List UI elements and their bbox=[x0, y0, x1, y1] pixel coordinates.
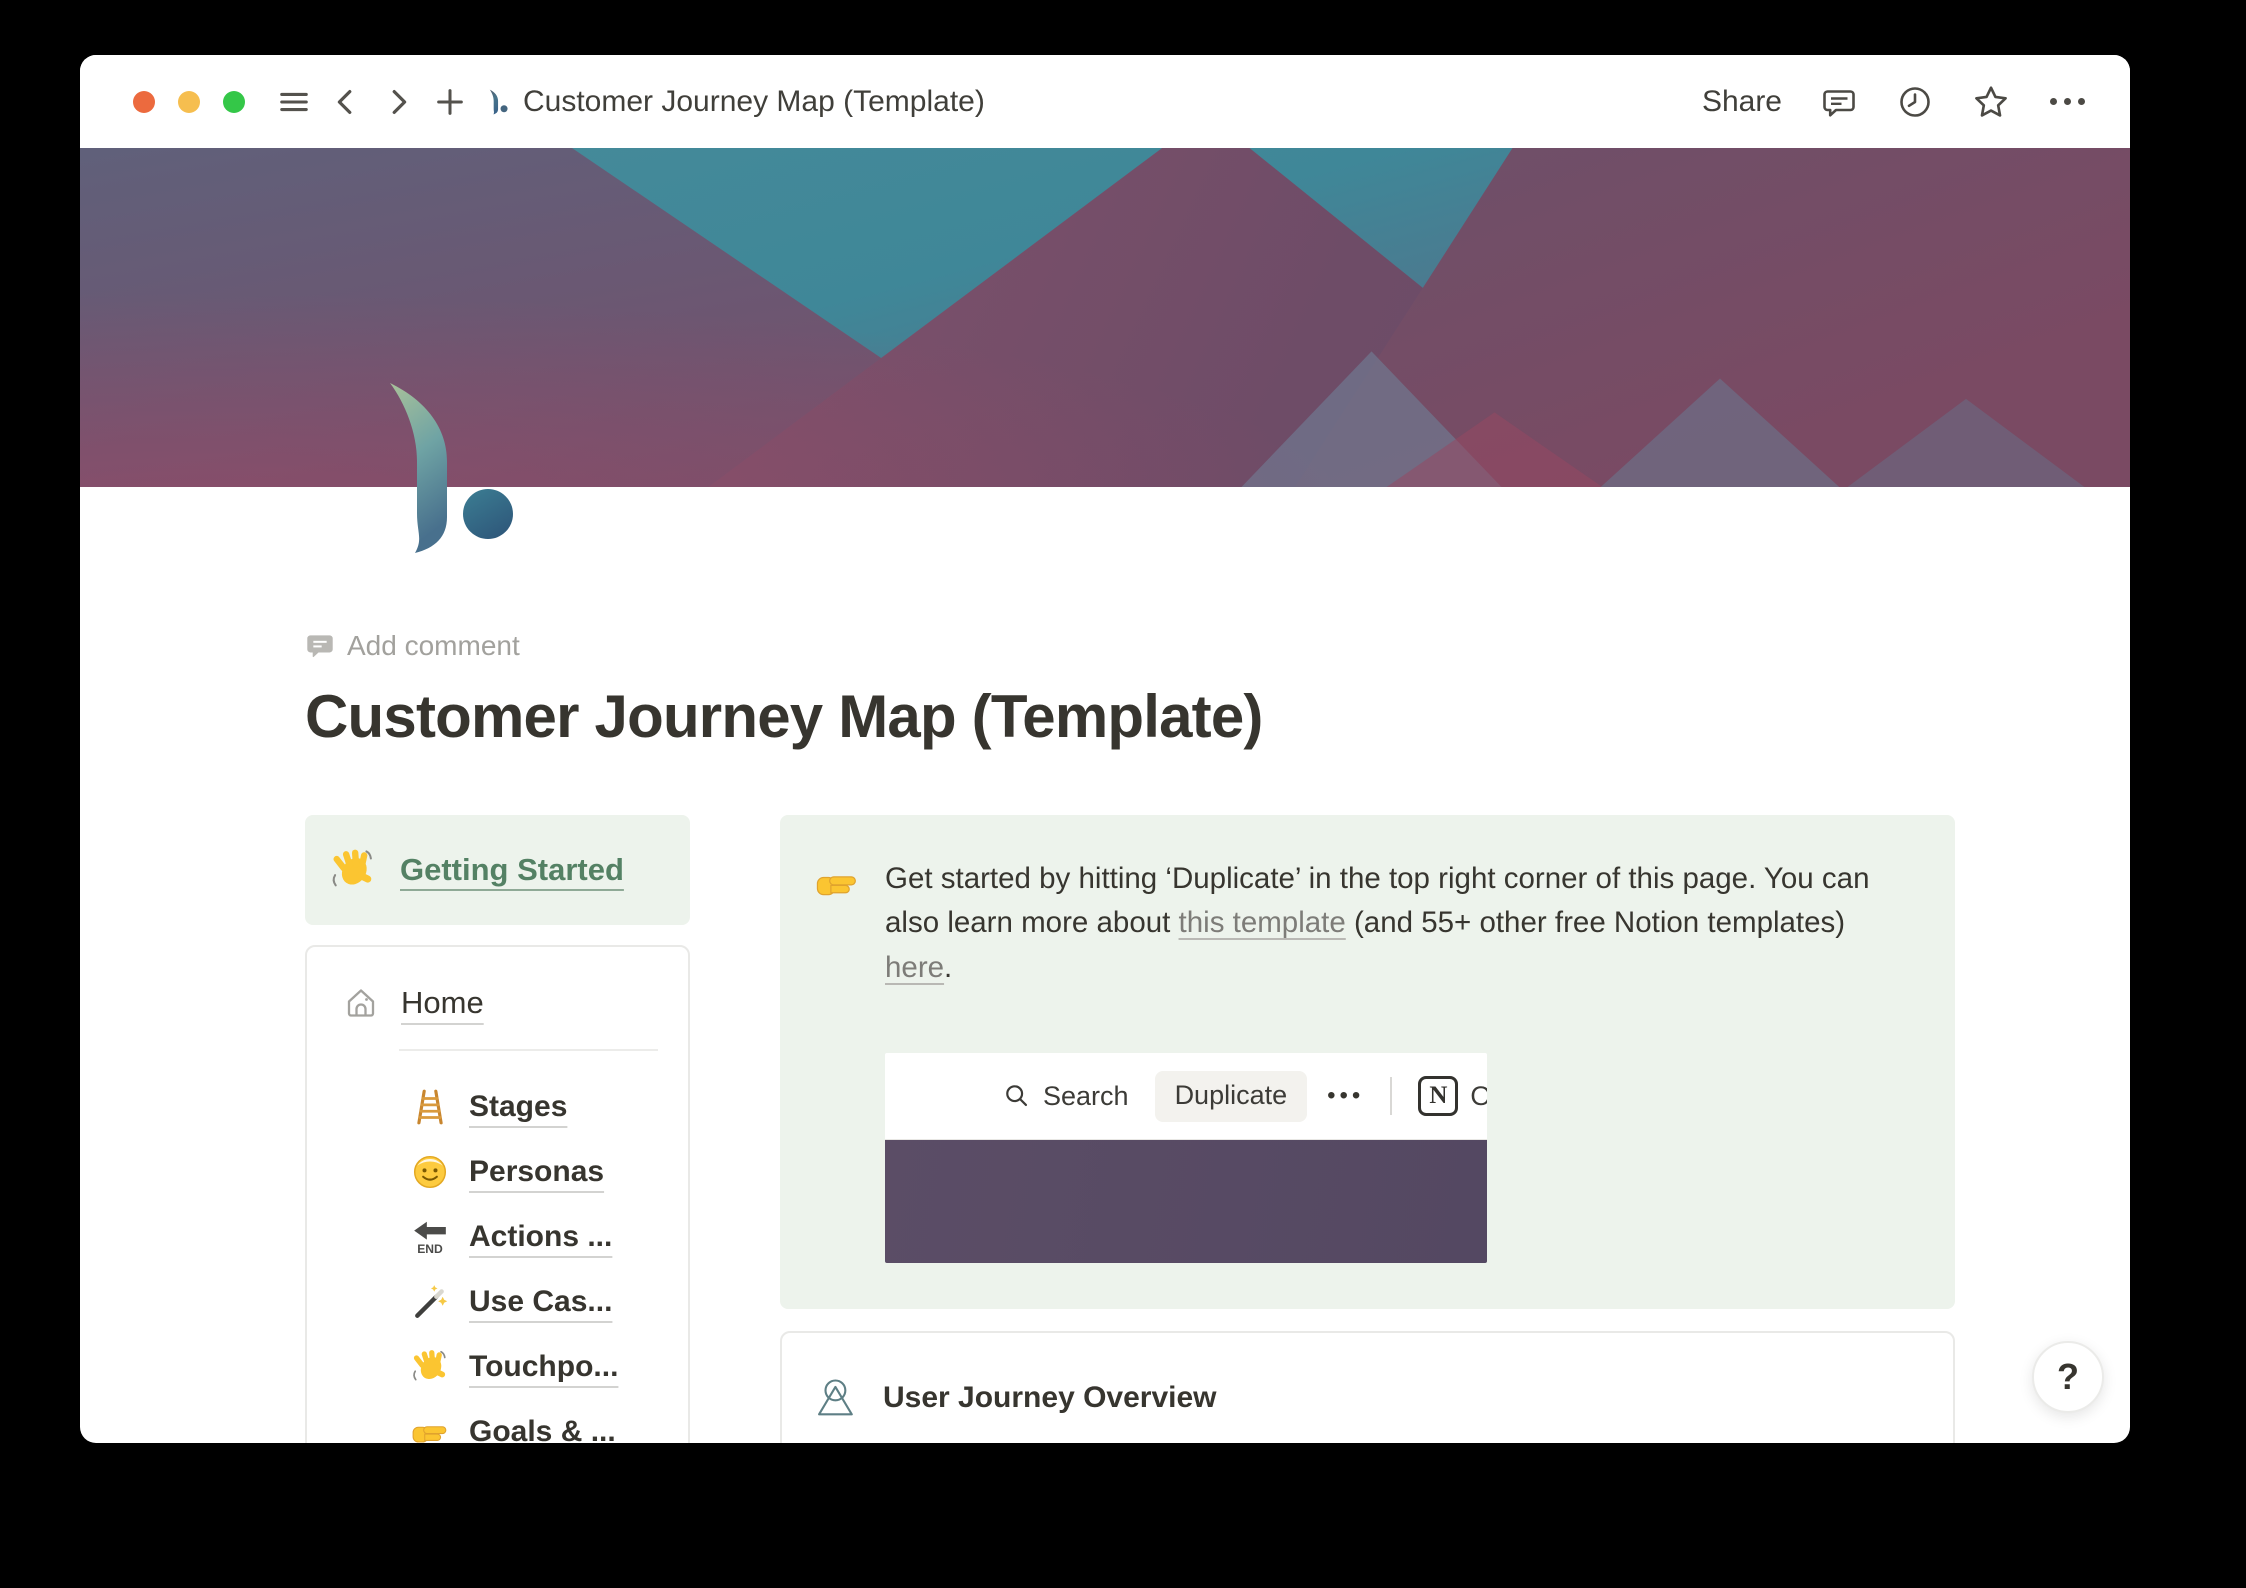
titlebar: Customer Journey Map (Template) Share bbox=[80, 55, 2130, 148]
nav-controls bbox=[275, 83, 469, 121]
right-column: Get started by hitting ‘Duplicate’ in th… bbox=[780, 815, 1955, 1443]
callout-text-part: . bbox=[944, 950, 953, 984]
new-tab-button[interactable] bbox=[431, 83, 469, 121]
smiley-emoji bbox=[411, 1153, 449, 1191]
comments-button[interactable] bbox=[1820, 83, 1858, 121]
breadcrumb[interactable]: Customer Journey Map (Template) bbox=[489, 85, 985, 119]
more-options-button[interactable] bbox=[2048, 83, 2086, 121]
screenshot-search-label: Search bbox=[1043, 1080, 1129, 1111]
wave-emoji bbox=[411, 1348, 449, 1386]
comment-icon bbox=[1823, 89, 1855, 117]
wave-emoji bbox=[330, 847, 376, 893]
two-column-layout: Getting Started Home Stages Personas END… bbox=[305, 815, 1955, 1443]
hamburger-icon bbox=[280, 92, 308, 111]
chevron-right-icon bbox=[392, 89, 407, 114]
nav-item-label[interactable]: Actions ... bbox=[469, 1220, 612, 1254]
add-comment-button[interactable]: Add comment bbox=[305, 630, 1955, 662]
ladder-emoji bbox=[411, 1088, 449, 1126]
person-triangle-icon bbox=[818, 1379, 853, 1416]
svg-text:END: END bbox=[417, 1242, 443, 1256]
plus-icon bbox=[437, 88, 463, 115]
navigation-card: Home Stages Personas END Actions ... Use… bbox=[305, 945, 690, 1443]
window-zoom-button[interactable] bbox=[223, 90, 245, 113]
nav-item-actions[interactable]: END Actions ... bbox=[307, 1217, 688, 1257]
getting-started-link[interactable]: Getting Started bbox=[400, 852, 624, 888]
left-column: Getting Started Home Stages Personas END… bbox=[305, 815, 690, 1443]
notion-logo-icon: N bbox=[1418, 1076, 1459, 1117]
nav-item-label[interactable]: Goals & ... bbox=[469, 1415, 616, 1443]
add-comment-label: Add comment bbox=[347, 630, 520, 661]
overview-title: User Journey Overview bbox=[883, 1381, 1217, 1415]
screenshot-more-icon: ••• bbox=[1327, 1082, 1365, 1110]
point-right-emoji bbox=[815, 861, 859, 905]
screenshot-duplicate-button: Duplicate bbox=[1154, 1070, 1308, 1122]
nav-item-label[interactable]: Stages bbox=[469, 1090, 567, 1124]
magic-wand-emoji bbox=[411, 1283, 449, 1321]
screenshot-purple-banner bbox=[885, 1140, 1487, 1264]
forward-button[interactable] bbox=[379, 83, 417, 121]
home-link[interactable]: Home bbox=[401, 985, 484, 1021]
clock-icon bbox=[1900, 86, 1930, 117]
end-arrow-emoji: END bbox=[411, 1218, 449, 1256]
nav-item-touchpoints[interactable]: Touchpo... bbox=[307, 1347, 688, 1387]
screenshot-divider bbox=[1390, 1077, 1393, 1116]
document-title: Customer Journey Map (Template) bbox=[523, 84, 985, 118]
window-minimize-button[interactable] bbox=[178, 90, 200, 113]
sidebar-menu-button[interactable] bbox=[275, 83, 313, 121]
getting-started-callout[interactable]: Getting Started bbox=[305, 815, 690, 925]
screenshot-search: Search bbox=[1003, 1081, 1129, 1112]
window-close-button[interactable] bbox=[133, 90, 155, 113]
comment-bubble-icon bbox=[307, 635, 333, 658]
nav-item-use-cases[interactable]: Use Cas... bbox=[307, 1282, 688, 1322]
nav-item-label[interactable]: Touchpo... bbox=[469, 1350, 618, 1384]
user-journey-overview-card: User Journey Overview Stages bbox=[780, 1331, 1955, 1443]
duplicate-instructions-callout: Get started by hitting ‘Duplicate’ in th… bbox=[780, 815, 1955, 1310]
search-icon bbox=[1006, 1085, 1028, 1107]
app-window: Customer Journey Map (Template) Share Ad… bbox=[80, 55, 2130, 1443]
page-title[interactable]: Customer Journey Map (Template) bbox=[305, 682, 1955, 751]
point-right-emoji bbox=[411, 1413, 449, 1443]
callout-text-part: (and 55+ other free Notion templates) bbox=[1345, 906, 1846, 940]
chevron-left-icon bbox=[337, 89, 352, 114]
nav-item-goals[interactable]: Goals & ... bbox=[307, 1412, 688, 1443]
page-icon-logo[interactable] bbox=[385, 382, 515, 554]
titlebar-actions: Share bbox=[1702, 83, 2086, 121]
screenshot-open-label: Op bbox=[1470, 1081, 1487, 1112]
home-icon bbox=[347, 989, 375, 1017]
overview-header[interactable]: User Journey Overview bbox=[782, 1377, 1918, 1419]
nav-item-label[interactable]: Use Cas... bbox=[469, 1285, 612, 1319]
divider bbox=[399, 1049, 658, 1051]
history-button[interactable] bbox=[1896, 83, 1934, 121]
star-icon bbox=[1975, 85, 2007, 117]
nav-item-label[interactable]: Personas bbox=[469, 1155, 604, 1189]
window-controls bbox=[133, 90, 245, 113]
home-link-row[interactable]: Home bbox=[307, 981, 688, 1025]
nav-item-personas[interactable]: Personas bbox=[307, 1152, 688, 1192]
this-template-link[interactable]: this template bbox=[1179, 906, 1346, 939]
favorite-button[interactable] bbox=[1972, 83, 2010, 121]
embedded-screenshot[interactable]: Search Duplicate ••• N Op bbox=[885, 1053, 1487, 1264]
back-button[interactable] bbox=[327, 83, 365, 121]
help-button[interactable]: ? bbox=[2032, 1341, 2104, 1413]
doc-logo-icon bbox=[489, 89, 508, 114]
page-body: Add comment Customer Journey Map (Templa… bbox=[80, 630, 2130, 1443]
callout-paragraph: Get started by hitting ‘Duplicate’ in th… bbox=[885, 857, 1900, 990]
share-button[interactable]: Share bbox=[1702, 85, 1782, 119]
screenshot-topbar: Search Duplicate ••• N Op bbox=[885, 1053, 1487, 1141]
nav-item-stages[interactable]: Stages bbox=[307, 1087, 688, 1127]
here-link[interactable]: here bbox=[885, 951, 944, 984]
